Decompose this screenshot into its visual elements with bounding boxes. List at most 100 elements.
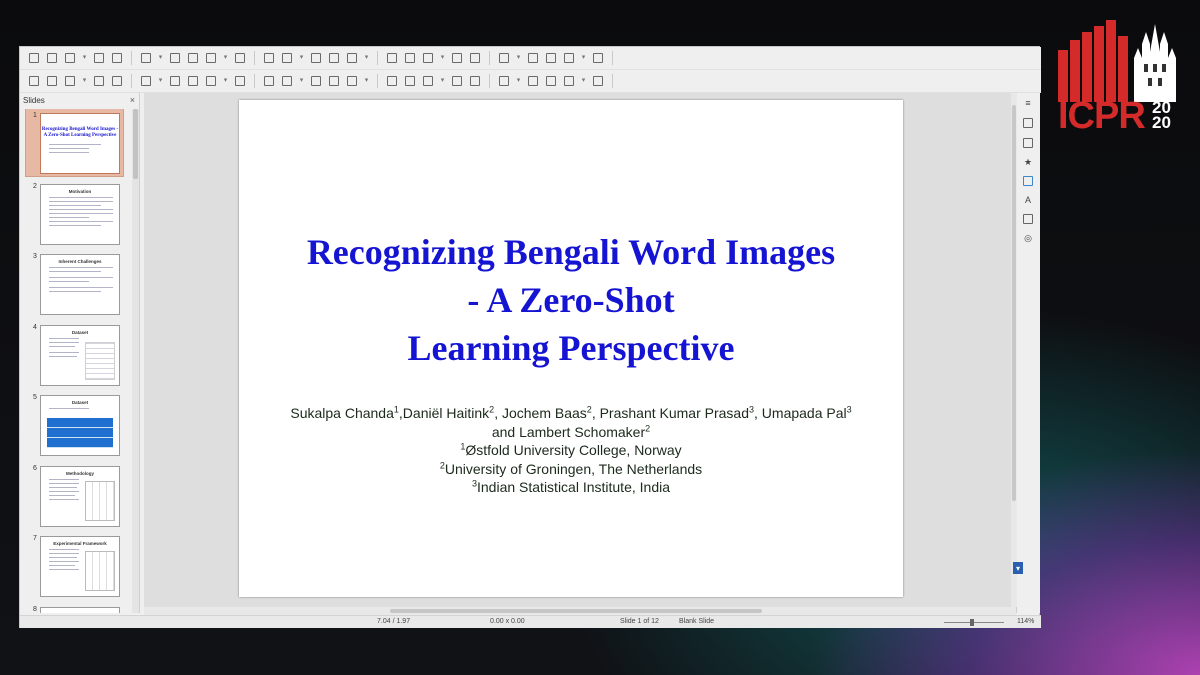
navigator-icon[interactable]: ◎ [1022, 232, 1034, 244]
line-icon[interactable] [111, 75, 123, 87]
scrollbar-thumb[interactable] [1012, 105, 1016, 501]
align-icon[interactable] [451, 75, 463, 87]
toggle-extrusion-icon[interactable] [592, 75, 604, 87]
dropdown-arrow-icon[interactable]: ▾ [82, 75, 87, 87]
master-slide-icon[interactable] [545, 52, 557, 64]
cut-icon[interactable] [140, 52, 152, 64]
curve-icon[interactable] [205, 75, 217, 87]
slide-authors-block[interactable]: Sukalpa Chanda1,Daniël Haitink2, Jochem … [279, 404, 863, 497]
table-icon[interactable] [346, 52, 358, 64]
dropdown-arrow-icon[interactable]: ▾ [158, 75, 163, 87]
clone-icon[interactable] [205, 52, 217, 64]
line-color-icon[interactable] [64, 75, 76, 87]
textbox-icon[interactable] [422, 52, 434, 64]
dropdown-arrow-icon[interactable]: ▾ [364, 52, 369, 64]
copy-icon[interactable] [169, 52, 181, 64]
stars-icon[interactable] [386, 75, 398, 87]
rotate-icon[interactable] [422, 75, 434, 87]
link-icon[interactable] [469, 52, 481, 64]
slides-panel-scrollbar[interactable] [132, 109, 139, 613]
crop-icon[interactable] [545, 75, 557, 87]
print-icon[interactable] [111, 52, 123, 64]
flowchart-icon[interactable] [328, 75, 340, 87]
dropdown-arrow-icon[interactable]: ▾ [158, 52, 163, 64]
slide-thumbnail[interactable]: 4 Dataset [20, 321, 132, 392]
slide-thumbnail[interactable]: 7 Experimental Framework [20, 532, 132, 603]
arrange-icon[interactable] [469, 75, 481, 87]
animation-icon[interactable]: ★ [1022, 156, 1034, 168]
start-slideshow-icon[interactable] [498, 52, 510, 64]
select-icon[interactable] [28, 75, 40, 87]
slide-thumbnail[interactable]: 5 Dataset [20, 391, 132, 462]
fontwork-icon[interactable] [451, 52, 463, 64]
connector-icon[interactable] [234, 75, 246, 87]
horizontal-scrollbar[interactable] [144, 607, 1016, 615]
properties-icon[interactable] [1022, 117, 1034, 129]
shadow-icon[interactable] [527, 75, 539, 87]
scrollbar-thumb[interactable] [390, 609, 762, 613]
dropdown-arrow-icon[interactable]: ▾ [299, 75, 304, 87]
vertical-scrollbar[interactable] [1011, 93, 1017, 607]
slide-preview [40, 606, 120, 613]
dropdown-arrow-icon[interactable]: ▾ [440, 52, 445, 64]
scrollbar-thumb[interactable] [133, 109, 138, 179]
slide-thumbnail[interactable]: 3 Inherent Challenges [20, 250, 132, 321]
dropdown-arrow-icon[interactable]: ▾ [299, 52, 304, 64]
authors-line: Sukalpa Chanda1,Daniël Haitink2, Jochem … [290, 404, 852, 440]
distribute-icon[interactable] [498, 75, 510, 87]
slide-transition-icon[interactable] [1022, 137, 1034, 149]
3d-objects-icon[interactable] [404, 75, 416, 87]
new-slide-icon[interactable] [592, 52, 604, 64]
slide-thumbnail[interactable]: 8 [20, 603, 132, 613]
dropdown-arrow-icon[interactable]: ▾ [82, 52, 87, 64]
image-icon[interactable] [386, 52, 398, 64]
dropdown-arrow-icon[interactable]: ▾ [440, 75, 445, 87]
basic-shapes-icon[interactable] [263, 75, 275, 87]
dropdown-arrow-icon[interactable]: ▾ [581, 52, 586, 64]
close-icon[interactable]: × [130, 95, 135, 105]
table-preview [47, 418, 113, 448]
dropdown-arrow-icon[interactable]: ▾ [516, 75, 521, 87]
gallery-icon[interactable] [1022, 213, 1034, 225]
slide-thumbnail[interactable]: 6 Methodology [20, 462, 132, 533]
fill-color-icon[interactable] [93, 75, 105, 87]
symbol-shapes-icon[interactable] [281, 75, 293, 87]
chart-icon[interactable] [404, 52, 416, 64]
display-views-icon[interactable] [527, 52, 539, 64]
zoom-level[interactable]: 114% [1017, 618, 1034, 625]
paste-icon[interactable] [187, 52, 199, 64]
presentation-icon[interactable] [28, 52, 40, 64]
zoom-icon[interactable] [46, 75, 58, 87]
open-icon[interactable] [46, 52, 58, 64]
undo-icon[interactable] [234, 52, 246, 64]
dropdown-arrow-icon[interactable]: ▾ [516, 52, 521, 64]
filter-icon[interactable] [563, 75, 575, 87]
slide-thumbnail[interactable]: 1 Recognizing Bengali Word Images - A Ze… [20, 109, 132, 180]
bookmark-icon[interactable]: ▾ [1013, 562, 1023, 574]
block-arrows-icon[interactable] [310, 75, 322, 87]
styles-icon[interactable]: A [1022, 194, 1034, 206]
rectangle-icon[interactable] [140, 75, 152, 87]
find-icon[interactable] [281, 52, 293, 64]
master-slides-icon[interactable] [1022, 175, 1034, 187]
zoom-slider-handle[interactable] [970, 619, 974, 626]
save-icon[interactable] [64, 52, 76, 64]
dropdown-arrow-icon[interactable]: ▾ [581, 75, 586, 87]
dropdown-arrow-icon[interactable]: ▾ [223, 75, 228, 87]
dropdown-arrow-icon[interactable]: ▾ [223, 52, 228, 64]
slide-canvas[interactable]: Recognizing Bengali Word Images - A Zero… [239, 100, 903, 597]
dropdown-arrow-icon[interactable]: ▾ [364, 75, 369, 87]
callouts-icon[interactable] [346, 75, 358, 87]
redo-icon[interactable] [263, 52, 275, 64]
slide-thumbnail[interactable]: 2 Motivation [20, 180, 132, 251]
drawing-toolbar: ▾ ▾ ▾ ▾ ▾ ▾ ▾ ▾ [20, 70, 1041, 93]
grid-icon[interactable] [328, 52, 340, 64]
slide-title[interactable]: Recognizing Bengali Word Images - A Zero… [239, 228, 903, 372]
ellipse-icon[interactable] [169, 75, 181, 87]
export-pdf-icon[interactable] [93, 52, 105, 64]
arrow-line-icon[interactable] [187, 75, 199, 87]
spelling-icon[interactable] [310, 52, 322, 64]
zoom-slider[interactable] [944, 622, 1004, 623]
comment-icon[interactable] [563, 52, 575, 64]
sidebar-menu-icon[interactable]: ≡ [1022, 97, 1034, 109]
